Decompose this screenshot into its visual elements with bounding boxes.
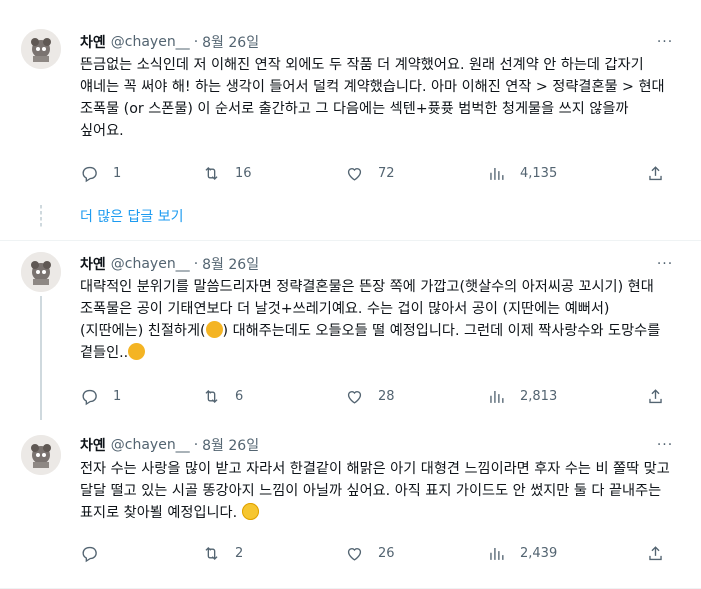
separator-dot: ·: [193, 34, 199, 50]
like-button[interactable]: 26: [345, 542, 395, 564]
tweet-actions: 2 26 2,439: [80, 542, 670, 564]
share-icon: [649, 165, 662, 180]
share-icon: [649, 545, 662, 560]
tweet-actions: 1 6 28 2,813: [80, 385, 670, 407]
reply-button[interactable]: [80, 542, 113, 564]
author-handle[interactable]: @chayen__: [111, 256, 190, 272]
retweet-button[interactable]: 6: [202, 385, 243, 407]
author-name[interactable]: 차옌: [80, 32, 106, 52]
tweet-text: 뜬금없는 소식인데 저 이해진 연작 외에도 두 작품 더 계약했어요. 원래 …: [80, 57, 665, 139]
tweet-date[interactable]: 8월 26일: [202, 254, 259, 274]
reply-count: 1: [113, 165, 122, 181]
tweet-header: 차옌 @chayen__ · 8월 26일: [80, 434, 259, 456]
halo-emoji: [241, 503, 259, 520]
reply-icon: [82, 389, 97, 405]
more-replies-link[interactable]: 더 많은 답글 보기: [80, 206, 184, 226]
retweet-icon: [205, 546, 218, 560]
views-icon: [490, 390, 504, 403]
tweet-date[interactable]: 8월 26일: [202, 435, 259, 455]
views-button[interactable]: 4,135: [487, 162, 557, 184]
hug-emoji: [128, 343, 146, 360]
tweet-text: 대략적인 분위기를 말씀드리자면 정략결혼물은 뜬장 쪽에 가깝고(햇살수의 아…: [80, 276, 670, 364]
views-count: 2,813: [520, 388, 558, 404]
share-button[interactable]: [646, 162, 665, 184]
avatar[interactable]: [21, 29, 61, 69]
author-name[interactable]: 차옌: [80, 435, 106, 455]
author-handle[interactable]: @chayen__: [111, 34, 190, 50]
views-button[interactable]: 2,813: [487, 385, 557, 407]
hug-emoji: [205, 321, 223, 338]
retweet-count: 2: [235, 545, 244, 561]
reply-button[interactable]: 1: [80, 162, 121, 184]
author-name[interactable]: 차옌: [80, 254, 106, 274]
reply-button[interactable]: 1: [80, 385, 121, 407]
like-count: 26: [378, 545, 395, 561]
retweet-icon: [205, 389, 218, 403]
views-icon: [490, 167, 504, 180]
reply-icon: [82, 546, 97, 562]
avatar[interactable]: [21, 252, 61, 292]
like-count: 72: [378, 165, 395, 181]
retweet-count: 6: [235, 388, 244, 404]
retweet-count: 16: [235, 165, 252, 181]
thread-dots: [40, 205, 42, 229]
tweet-2[interactable]: 차옌 @chayen__ · 8월 26일 ··· 대략적인 분위기를 말씀드리…: [0, 240, 701, 420]
tweet-header: 차옌 @chayen__ · 8월 26일: [80, 253, 259, 275]
like-icon: [347, 547, 362, 561]
views-count: 4,135: [520, 165, 558, 181]
author-handle[interactable]: @chayen__: [111, 437, 190, 453]
more-icon[interactable]: ···: [655, 32, 675, 52]
like-icon: [347, 167, 362, 181]
tweet-text: 전자 수는 사랑을 많이 받고 자라서 한결같이 해맑은 아기 대형견 느낌이라…: [80, 458, 670, 524]
like-button[interactable]: 72: [345, 162, 395, 184]
share-icon: [649, 388, 662, 403]
thread-line: [40, 296, 42, 420]
like-icon: [347, 390, 362, 404]
views-icon: [490, 547, 504, 560]
tweet-text-content: 전자 수는 사랑을 많이 받고 자라서 한결같이 해맑은 아기 대형견 느낌이라…: [80, 461, 670, 521]
like-button[interactable]: 28: [345, 385, 395, 407]
tweet-date[interactable]: 8월 26일: [202, 32, 259, 52]
like-count: 28: [378, 388, 395, 404]
more-icon[interactable]: ···: [655, 254, 675, 274]
tweet-3[interactable]: 차옌 @chayen__ · 8월 26일 ··· 전자 수는 사랑을 많이 받…: [0, 420, 701, 589]
tweet-actions: 1 16 72 4,135: [80, 162, 670, 184]
separator-dot: ·: [193, 437, 199, 453]
share-button[interactable]: [646, 385, 665, 407]
retweet-icon: [205, 166, 218, 180]
tweet-1[interactable]: 차옌 @chayen__ · 8월 26일 ··· 뜬금없는 소식인데 저 이해…: [0, 0, 701, 200]
retweet-button[interactable]: 2: [202, 542, 243, 564]
separator-dot: ·: [193, 256, 199, 272]
more-icon[interactable]: ···: [655, 435, 675, 455]
reply-icon: [82, 166, 97, 182]
views-count: 2,439: [520, 545, 558, 561]
reply-count: 1: [113, 388, 122, 404]
avatar[interactable]: [21, 435, 61, 475]
retweet-button[interactable]: 16: [202, 162, 252, 184]
share-button[interactable]: [646, 542, 665, 564]
tweet-header: 차옌 @chayen__ · 8월 26일: [80, 31, 259, 53]
views-button[interactable]: 2,439: [487, 542, 557, 564]
